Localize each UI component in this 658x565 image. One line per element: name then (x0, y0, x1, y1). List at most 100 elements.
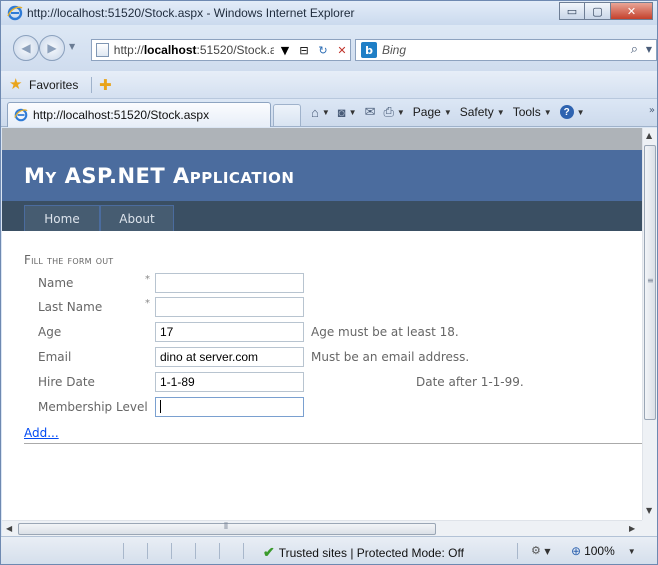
back-button[interactable]: ◀ (13, 35, 39, 61)
url-host: localhost (143, 43, 197, 57)
status-divider (243, 543, 244, 559)
page-top-band (2, 128, 642, 150)
chevron-down-icon: ▼ (321, 107, 330, 117)
favorites-bar: ★ Favorites ✚ (1, 71, 657, 99)
url-path: :51520/Stock.as| (196, 43, 274, 57)
chevron-down-icon: ▼ (576, 107, 585, 117)
chevron-down-icon: ▼ (543, 107, 552, 117)
app-title: My ASP.NET Application (24, 164, 295, 188)
help-menu[interactable]: ? ▼ (559, 105, 585, 119)
email-validation-message: Must be an email address. (311, 350, 470, 364)
page-viewport: My ASP.NET Application Home About Fill t… (2, 128, 642, 520)
window-controls: ▭ ▢ ✕ (559, 2, 653, 22)
stop-icon[interactable]: ✕ (334, 42, 350, 58)
maximize-button[interactable]: ▢ (585, 2, 611, 20)
forward-button[interactable]: ▶ (39, 35, 65, 61)
scroll-down-icon[interactable]: ▼ (646, 506, 652, 515)
close-icon: ✕ (626, 4, 637, 18)
address-toolbar: ◀ ▶ ▼ http://localhost:51520/Stock.as| ▼… (1, 25, 657, 71)
search-box[interactable]: b Bing ⌕ ▼ (355, 39, 657, 61)
scroll-grip-icon: ⦀ (224, 522, 228, 532)
field-label: Email (38, 350, 72, 364)
favorites-button[interactable]: Favorites (29, 78, 78, 92)
last-name-input[interactable] (155, 297, 304, 317)
scroll-right-icon[interactable]: ▶ (629, 524, 635, 533)
back-arrow-icon: ◀ (21, 41, 31, 55)
form-row-name: Name * (24, 273, 624, 293)
chevron-down-icon: ▼ (496, 107, 505, 117)
field-label: Age (38, 325, 62, 339)
search-input[interactable]: Bing (382, 43, 406, 57)
status-divider (517, 543, 518, 559)
compatibility-view-icon[interactable]: ⊟ (296, 42, 312, 58)
refresh-icon[interactable]: ↻ (315, 42, 331, 58)
hire-date-validation-message: Date after 1-1-99. (416, 375, 524, 389)
mail-command[interactable]: ✉ (365, 104, 376, 120)
page-menu[interactable]: Page ▼ (413, 105, 452, 119)
form-row-last-name: Last Name * (24, 297, 624, 317)
vertical-scrollbar[interactable]: ▲ ≡ ▼ (642, 128, 657, 520)
hire-date-input[interactable]: 1-1-89 (155, 372, 304, 392)
scroll-left-icon[interactable]: ◀ (6, 524, 12, 533)
forward-arrow-icon: ▶ (47, 41, 57, 55)
menu-item-home[interactable]: Home (24, 205, 100, 231)
security-zone-status[interactable]: ✔ Trusted sites | Protected Mode: Off (263, 544, 464, 561)
horizontal-scrollbar[interactable]: ◀ ⦀ ▶ (2, 520, 642, 536)
feeds-command[interactable]: ◙ ▼ (338, 105, 357, 120)
field-label: Last Name (38, 300, 103, 314)
address-input[interactable]: http://localhost:51520/Stock.as| (114, 43, 274, 57)
new-tab-button[interactable] (273, 104, 301, 126)
divider (24, 443, 642, 444)
chevron-down-icon: ▼ (443, 107, 452, 117)
favorites-star-icon[interactable]: ★ (9, 77, 22, 92)
site-header: My ASP.NET Application (2, 150, 642, 201)
safety-menu[interactable]: Safety ▼ (460, 105, 505, 119)
tools-menu-label: Tools (512, 105, 541, 119)
status-divider (195, 543, 196, 559)
page-menu-label: Page (412, 105, 441, 119)
minimize-button[interactable]: ▭ (559, 2, 585, 20)
command-bar: ⌂ ▼ ◙ ▼ ✉ ⎙ ▼ Page ▼ Safety ▼ Tools ▼ ? ▼ (311, 104, 585, 120)
close-button[interactable]: ✕ (611, 2, 653, 20)
form-row-age: Age 17 Age must be at least 18. (24, 322, 624, 342)
protected-mode-icon[interactable]: ⚙ ▼ (531, 544, 551, 557)
history-dropdown-icon[interactable]: ▼ (69, 42, 75, 51)
more-commands-icon[interactable]: » (649, 105, 655, 116)
email-input[interactable]: dino at server.com (155, 347, 304, 367)
address-dropdown-icon[interactable]: ▼ (277, 42, 293, 58)
membership-level-input[interactable] (155, 397, 304, 417)
menu-item-about[interactable]: About (100, 205, 174, 231)
scroll-up-icon[interactable]: ▲ (646, 131, 652, 140)
print-command[interactable]: ⎙ ▼ (383, 104, 404, 120)
tab-stock[interactable]: http://localhost:51520/Stock.aspx (7, 102, 271, 127)
add-to-favorites-icon[interactable]: ✚ (99, 76, 112, 94)
name-input[interactable] (155, 273, 304, 293)
search-dropdown-icon[interactable]: ▼ (646, 45, 652, 54)
age-validation-message: Age must be at least 18. (311, 325, 459, 339)
form-row-email: Email dino at server.com Must be an emai… (24, 347, 624, 367)
age-input[interactable]: 17 (155, 322, 304, 342)
mail-icon: ✉ (364, 104, 376, 119)
bing-icon: b (361, 42, 377, 58)
site-menu: Home About (2, 201, 642, 231)
chevron-down-icon: ▼ (627, 546, 636, 556)
tab-label: http://localhost:51520/Stock.aspx (33, 108, 210, 122)
required-marker: * (145, 298, 150, 309)
zoom-control[interactable]: ⊕ 100% ▼ (571, 544, 636, 558)
search-icon[interactable]: ⌕ (631, 42, 638, 57)
scroll-corner (642, 520, 657, 536)
home-command[interactable]: ⌂ ▼ (311, 105, 330, 120)
favorites-separator (91, 77, 92, 93)
page-icon (96, 43, 109, 57)
checkmark-icon: ✔ (263, 544, 275, 560)
address-bar[interactable]: http://localhost:51520/Stock.as| ▼ ⊟ ↻ ✕ (91, 39, 351, 61)
tools-menu[interactable]: Tools ▼ (513, 105, 552, 119)
address-tools: ▼ ⊟ ↻ ✕ (277, 42, 350, 58)
add-link[interactable]: Add... (24, 426, 59, 440)
status-divider (147, 543, 148, 559)
url-scheme: http:// (113, 43, 144, 57)
title-bar: http://localhost:51520/Stock.aspx - Wind… (1, 1, 657, 25)
ie-tab-icon (14, 108, 28, 122)
status-divider (219, 543, 220, 559)
status-bar: ✔ Trusted sites | Protected Mode: Off ⚙ … (1, 536, 657, 564)
